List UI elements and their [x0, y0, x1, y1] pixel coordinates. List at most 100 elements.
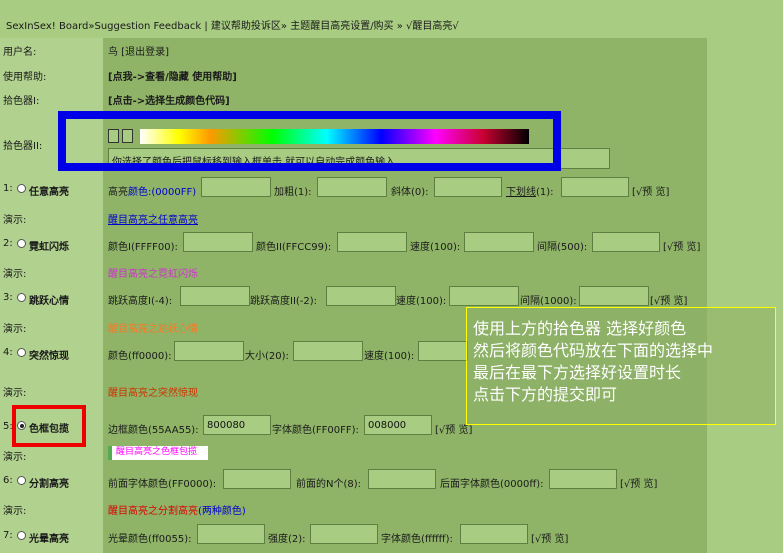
o1-color-label-b: 颜色:(0000FF)	[128, 187, 197, 198]
o1-preview-link[interactable]: [√预 览]	[632, 183, 669, 198]
o3-height2-input[interactable]	[326, 286, 396, 306]
o4-demo: 醒目高亮之突然惊现	[108, 388, 198, 399]
option2-radio[interactable]	[17, 239, 26, 248]
option1-name: 任意高亮	[29, 187, 69, 198]
option6-radio[interactable]	[17, 476, 26, 485]
o4-color-label: 颜色(ff0000):	[108, 351, 172, 362]
o3-interval-label: 间隔(1000):	[520, 296, 577, 307]
o4-size-input[interactable]	[293, 341, 363, 361]
o1-underline-label: 下划线(1):	[506, 183, 554, 198]
breadcrumb[interactable]: SexInSex! Board»Suggestion Feedback | 建议…	[6, 17, 459, 32]
o3-interval-input[interactable]	[579, 286, 649, 306]
o2-color1-input[interactable]	[183, 232, 253, 252]
o1-demo[interactable]: 醒目高亮之任意高亮	[108, 211, 198, 226]
o1-underline-suffix: (1):	[536, 187, 554, 198]
option7-radio[interactable]	[17, 531, 26, 540]
demo3-label: 演示:	[3, 324, 27, 335]
option1-number: 1:	[3, 183, 13, 194]
picker2-label: 拾色器II:	[3, 141, 43, 152]
o1-italic-input[interactable]	[434, 177, 502, 197]
o6-back-input[interactable]	[549, 469, 617, 489]
o2-interval-label: 间隔(500):	[537, 242, 588, 253]
option6-number: 6:	[3, 475, 13, 486]
o2-preview-link[interactable]: [√预 览]	[663, 238, 700, 253]
o3-height1-label: 跳跃高度I(-4):	[108, 296, 173, 307]
o4-speed-input[interactable]	[418, 341, 468, 361]
o3-preview-link[interactable]: [√预 览]	[650, 292, 687, 307]
o5-font-input[interactable]	[364, 415, 432, 435]
o4-color-input[interactable]	[174, 341, 244, 361]
o6-front-input[interactable]	[223, 469, 291, 489]
o1-color-label: 高亮颜色:(0000FF)	[108, 183, 196, 198]
o2-color1-label: 颜色I(FFFF00):	[108, 242, 178, 253]
demo6-label: 演示:	[3, 506, 27, 517]
demo1-label: 演示:	[3, 215, 27, 226]
option7-name: 光晕高亮	[29, 534, 69, 545]
o4-speed-label: 速度(100):	[364, 351, 415, 362]
o5-font-label: 字体颜色(FF00FF):	[272, 425, 359, 436]
option3-radio[interactable]	[17, 293, 26, 302]
o4-size-label: 大小(20):	[245, 351, 289, 362]
demo5-label: 演示:	[3, 452, 27, 463]
picker1-link[interactable]: [点击->选择生成颜色代码]	[108, 92, 230, 107]
option4-number: 4:	[3, 347, 13, 358]
o6-demo: 醒目高亮之分割高亮(两种颜色)	[108, 502, 246, 517]
demo2-label: 演示:	[3, 269, 27, 280]
picker-highlight-frame	[58, 111, 561, 171]
o6-demo-front: 醒目高亮之分割高亮	[108, 506, 198, 517]
o7-preview-link[interactable]: [√预 览]	[531, 530, 568, 545]
o5-border-input[interactable]	[203, 415, 271, 435]
o2-speed-input[interactable]	[464, 232, 534, 252]
o6-demo-back: (两种颜色)	[198, 506, 246, 517]
option6-name: 分割高亮	[29, 479, 69, 490]
o1-color-label-a: 高亮	[108, 187, 128, 198]
o1-underline-word: 下划线	[506, 187, 536, 198]
o1-bold-label: 加粗(1):	[274, 187, 312, 198]
o5-demo: 醒目高亮之色框包揽	[108, 446, 208, 460]
o1-color-input[interactable]	[201, 177, 271, 197]
instruction-tooltip: 使用上方的拾色器 选择好颜色 然后将颜色代码放在下面的选择中 最后在最下方选择好…	[466, 307, 776, 425]
o1-bold-input[interactable]	[317, 177, 387, 197]
o2-color2-input[interactable]	[337, 232, 407, 252]
tooltip-line-3: 最后在最下方选择好设置时长	[473, 363, 682, 382]
o6-front-label: 前面字体颜色(FF0000):	[108, 479, 217, 490]
selected-option-frame	[12, 405, 86, 447]
tooltip-line-2: 然后将颜色代码放在下面的选择中	[473, 341, 714, 360]
tooltip-line-1: 使用上方的拾色器 选择好颜色	[473, 319, 687, 338]
breadcrumb-bar: SexInSex! Board»Suggestion Feedback | 建议…	[0, 0, 783, 38]
o6-n-label: 前面的N个(8):	[296, 479, 362, 490]
username-value[interactable]: 鸟 [退出登录]	[108, 43, 169, 58]
option3-name: 跳跃心情	[29, 296, 69, 307]
o7-font-label: 字体颜色(ffffff):	[381, 534, 453, 545]
o2-demo: 醒目高亮之霓虹闪烁	[108, 269, 198, 280]
o7-glow-label: 光晕颜色(ff0055):	[108, 534, 192, 545]
o3-demo: 醒目高亮之跳跃心情	[108, 324, 198, 335]
o2-interval-input[interactable]	[592, 232, 660, 252]
o6-n-input[interactable]	[368, 469, 436, 489]
help-label: 使用帮助:	[3, 72, 47, 83]
picker1-label: 拾色器I:	[3, 96, 40, 107]
demo4-label: 演示:	[3, 388, 27, 399]
o7-glow-input[interactable]	[197, 524, 265, 544]
option7-number: 7:	[3, 530, 13, 541]
right-margin	[707, 38, 783, 553]
help-toggle-link[interactable]: [点我->查看/隐藏 使用帮助]	[108, 68, 237, 83]
o2-speed-label: 速度(100):	[410, 242, 461, 253]
o5-border-label: 边框颜色(55AA55):	[108, 425, 199, 436]
option4-name: 突然惊现	[29, 351, 69, 362]
o1-italic-label: 斜体(0):	[391, 187, 429, 198]
o3-height2-label: 跳跃高度II(-2):	[250, 296, 318, 307]
option2-name: 霓虹闪烁	[29, 242, 69, 253]
o1-underline-input[interactable]	[561, 177, 629, 197]
o2-color2-label: 颜色II(FFCC99):	[256, 242, 332, 253]
o3-speed-input[interactable]	[449, 286, 519, 306]
option4-radio[interactable]	[17, 348, 26, 357]
o3-height1-input[interactable]	[180, 286, 250, 306]
tooltip-line-4: 点击下方的提交即可	[473, 385, 618, 404]
option1-radio[interactable]	[17, 184, 26, 193]
o7-strength-input[interactable]	[310, 524, 378, 544]
o7-font-input[interactable]	[460, 524, 528, 544]
o7-strength-label: 强度(2):	[268, 534, 306, 545]
o6-back-label: 后面字体颜色(0000ff):	[440, 479, 544, 490]
o6-preview-link[interactable]: [√预 览]	[620, 475, 657, 490]
